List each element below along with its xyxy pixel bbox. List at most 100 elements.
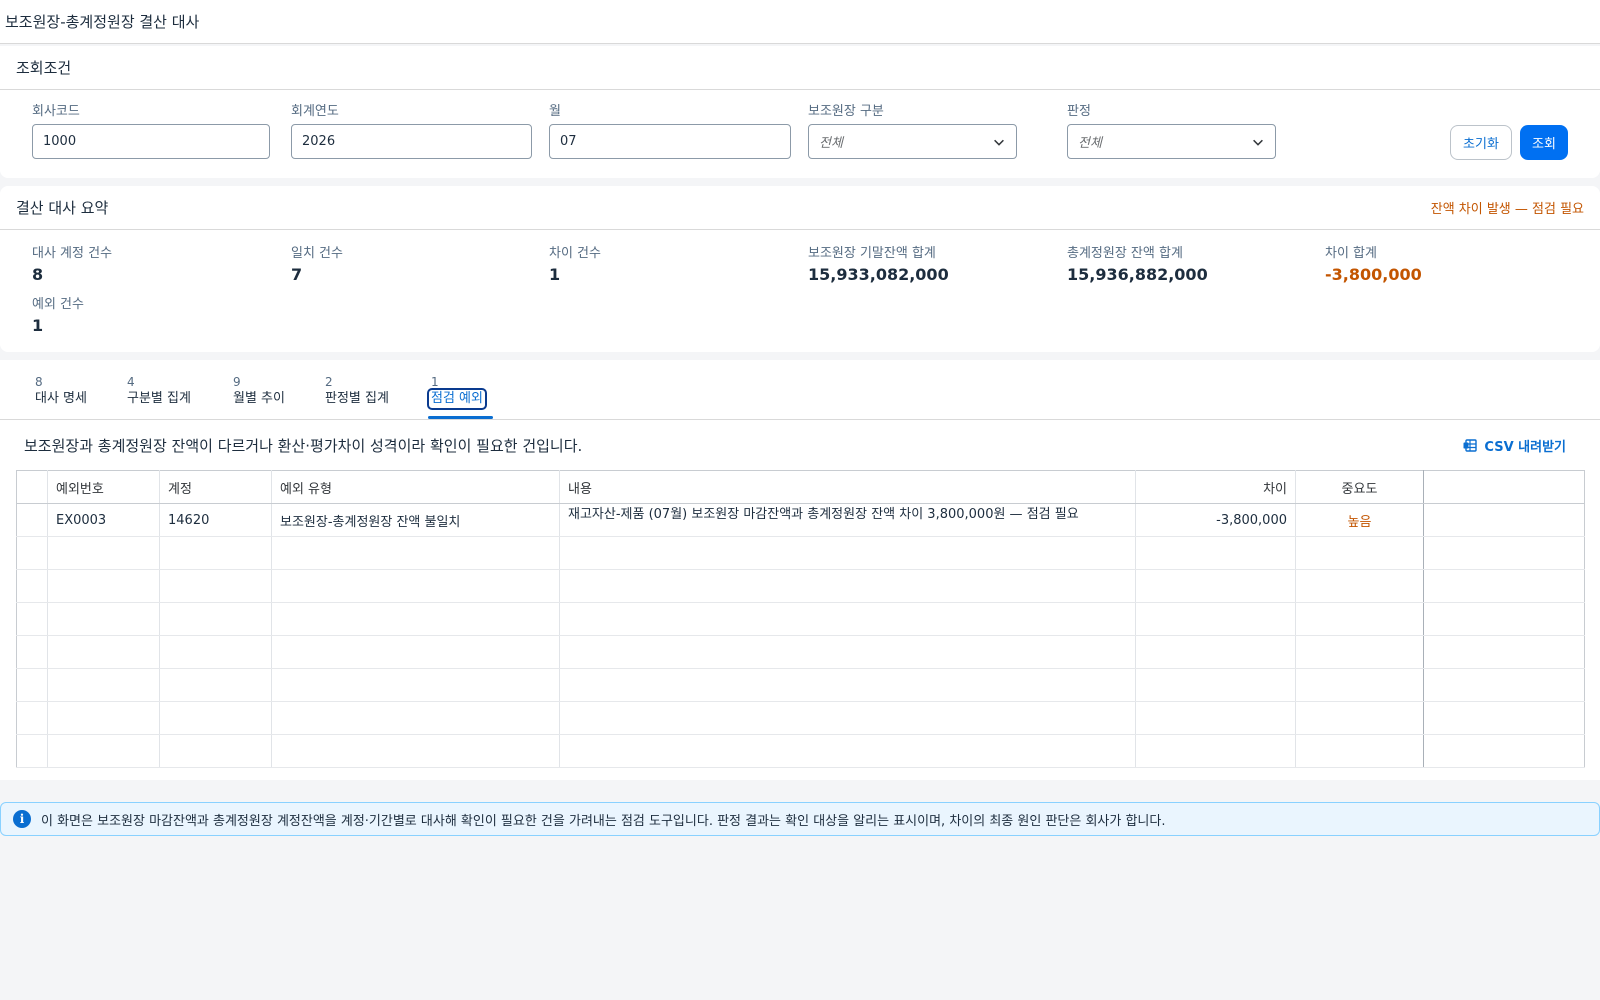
fiscal-year-label: 회계연도 bbox=[291, 104, 339, 119]
tab-monthly-trend[interactable]: 9 월별 추이 bbox=[233, 374, 285, 408]
empty-cell bbox=[271, 635, 560, 669]
chevron-down-icon bbox=[994, 139, 1004, 146]
empty-cell bbox=[271, 569, 560, 603]
metric-label: 차이 건수 bbox=[549, 246, 601, 261]
empty-row bbox=[16, 569, 1585, 603]
metric-subledger-total: 보조원장 기말잔액 합계 15,933,082,000 bbox=[808, 242, 949, 284]
metric-gl-total: 총계정원장 잔액 합계 15,936,882,000 bbox=[1067, 242, 1208, 284]
empty-cell bbox=[1295, 701, 1424, 735]
empty-cell bbox=[159, 734, 272, 768]
filter-heading: 조회조건 bbox=[16, 59, 72, 77]
empty-cell bbox=[1135, 734, 1296, 768]
empty-cell bbox=[271, 602, 560, 636]
empty-cell bbox=[16, 701, 48, 735]
empty-cell bbox=[559, 635, 1136, 669]
filler-cell bbox=[1423, 668, 1585, 702]
column-header-diff[interactable]: 차이 bbox=[1135, 470, 1296, 504]
empty-cell bbox=[559, 734, 1136, 768]
empty-cell bbox=[1295, 602, 1424, 636]
tab-exceptions[interactable]: 1 점검 예외 bbox=[427, 374, 487, 410]
empty-cell bbox=[16, 668, 48, 702]
empty-cell bbox=[1135, 602, 1296, 636]
empty-cell bbox=[16, 569, 48, 603]
filler-cell bbox=[1423, 536, 1585, 570]
cell-severity: 높음 bbox=[1295, 503, 1424, 537]
reset-button[interactable]: 초기화 bbox=[1450, 125, 1512, 160]
metric-match-count: 일치 건수 7 bbox=[291, 242, 343, 284]
metric-diff-count: 차이 건수 1 bbox=[549, 242, 601, 284]
empty-cell bbox=[559, 536, 1136, 570]
column-header-content[interactable]: 내용 bbox=[559, 470, 1136, 504]
column-header-account[interactable]: 계정 bbox=[159, 470, 272, 504]
judgement-value: 전체 bbox=[1078, 136, 1102, 151]
summary-panel: 결산 대사 요약 잔액 차이 발생 — 점검 필요 대사 계정 건수 8 일치 … bbox=[0, 186, 1600, 352]
empty-cell bbox=[271, 668, 560, 702]
judgement-group: 판정 전체 bbox=[1067, 100, 1276, 159]
search-button[interactable]: 조회 bbox=[1520, 125, 1568, 160]
filler-cell bbox=[1423, 569, 1585, 603]
column-header-type[interactable]: 예외 유형 bbox=[271, 470, 560, 504]
tab-count: 1 bbox=[431, 375, 439, 389]
tab-by-judgement[interactable]: 2 판정별 집계 bbox=[325, 374, 389, 408]
metric-label: 일치 건수 bbox=[291, 246, 343, 261]
company-code-value: 1000 bbox=[43, 134, 77, 149]
empty-cell bbox=[1295, 536, 1424, 570]
month-group: 월 07 bbox=[549, 100, 791, 159]
empty-row bbox=[16, 635, 1585, 669]
cell-account: 14620 bbox=[159, 503, 272, 537]
filter-panel: 조회조건 회사코드 1000 회계연도 2026 월 07 보조원장 구분 전체… bbox=[0, 46, 1600, 178]
page-title-bar: 보조원장-총계정원장 결산 대사 bbox=[0, 0, 1600, 44]
page-title: 보조원장-총계정원장 결산 대사 bbox=[5, 13, 200, 31]
row-selector-header bbox=[16, 470, 48, 504]
metric-label: 예외 건수 bbox=[32, 297, 84, 312]
judgement-select[interactable]: 전체 bbox=[1067, 124, 1276, 159]
tab-label: 판정별 집계 bbox=[325, 391, 389, 406]
fiscal-year-input[interactable]: 2026 bbox=[291, 124, 532, 159]
csv-download-label: CSV 내려받기 bbox=[1484, 439, 1566, 455]
filler-cell bbox=[1423, 635, 1585, 669]
empty-row bbox=[16, 701, 1585, 735]
tab-by-type[interactable]: 4 구분별 집계 bbox=[127, 374, 191, 408]
company-code-label: 회사코드 bbox=[32, 104, 80, 119]
empty-cell bbox=[559, 602, 1136, 636]
month-input[interactable]: 07 bbox=[549, 124, 791, 159]
empty-cell bbox=[159, 635, 272, 669]
empty-cell bbox=[1135, 701, 1296, 735]
empty-cell bbox=[271, 701, 560, 735]
tab-label: 구분별 집계 bbox=[127, 391, 191, 406]
empty-cell bbox=[159, 602, 272, 636]
table-row[interactable]: EX0003 14620 보조원장-총계정원장 잔액 불일치 재고자산-제품 (… bbox=[16, 503, 1585, 537]
metric-diff-total: 차이 합계 -3,800,000 bbox=[1325, 242, 1422, 284]
metric-label: 차이 합계 bbox=[1325, 246, 1377, 261]
judgement-label: 판정 bbox=[1067, 104, 1091, 119]
month-label: 월 bbox=[549, 104, 561, 119]
empty-cell bbox=[159, 569, 272, 603]
cell-type: 보조원장-총계정원장 잔액 불일치 bbox=[271, 503, 560, 537]
tab-label: 점검 예외 bbox=[427, 388, 487, 410]
company-code-input[interactable]: 1000 bbox=[32, 124, 270, 159]
filler-cell bbox=[1423, 503, 1585, 537]
tab-count: 2 bbox=[325, 375, 333, 389]
empty-row bbox=[16, 734, 1585, 768]
empty-row bbox=[16, 668, 1585, 702]
row-selector[interactable] bbox=[16, 503, 48, 537]
tab-detail[interactable]: 8 대사 명세 bbox=[35, 374, 87, 408]
empty-cell bbox=[47, 602, 160, 636]
empty-cell bbox=[47, 701, 160, 735]
subledger-type-select[interactable]: 전체 bbox=[808, 124, 1017, 159]
metric-label: 보조원장 기말잔액 합계 bbox=[808, 246, 936, 261]
chevron-down-icon bbox=[1253, 139, 1263, 146]
column-header-severity[interactable]: 중요도 bbox=[1295, 470, 1424, 504]
csv-download-button[interactable]: CSV 내려받기 bbox=[1462, 436, 1566, 455]
filler-cell bbox=[1423, 701, 1585, 735]
fiscal-year-group: 회계연도 2026 bbox=[291, 100, 532, 159]
empty-cell bbox=[16, 602, 48, 636]
spreadsheet-icon bbox=[1463, 439, 1478, 452]
fiscal-year-value: 2026 bbox=[302, 134, 336, 149]
filler-header bbox=[1423, 470, 1585, 504]
tab-count: 8 bbox=[35, 375, 43, 389]
filler-cell bbox=[1423, 602, 1585, 636]
column-header-id[interactable]: 예외번호 bbox=[47, 470, 160, 504]
filler-cell bbox=[1423, 734, 1585, 768]
empty-cell bbox=[559, 701, 1136, 735]
